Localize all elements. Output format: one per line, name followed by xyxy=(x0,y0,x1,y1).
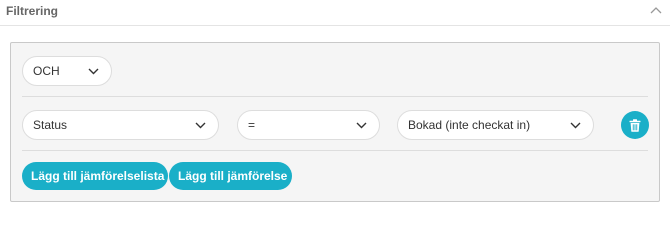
logic-operator-select[interactable]: OCH xyxy=(22,56,112,86)
field-value: Status xyxy=(33,118,68,132)
divider xyxy=(22,96,648,97)
delete-condition-button[interactable] xyxy=(621,111,649,139)
value-select[interactable]: Bokad (inte checkat in) xyxy=(397,110,594,140)
value-value: Bokad (inte checkat in) xyxy=(408,118,531,132)
trash-icon xyxy=(629,118,641,132)
chevron-down-icon xyxy=(570,122,581,128)
chevron-down-icon xyxy=(195,122,206,128)
section-title: Filtrering xyxy=(6,4,59,18)
chevron-down-icon xyxy=(88,68,99,74)
comparator-select[interactable]: = xyxy=(237,110,380,140)
field-select[interactable]: Status xyxy=(22,110,219,140)
add-comparison-button[interactable]: Lägg till jämförelse xyxy=(169,162,292,190)
comparator-value: = xyxy=(248,118,256,132)
chevron-up-icon xyxy=(650,7,662,14)
chevron-down-icon xyxy=(356,122,367,128)
add-comparison-list-button[interactable]: Lägg till jämförelselista xyxy=(22,162,168,190)
filter-panel: OCH Status = Bokad (inte checkat in) Läg… xyxy=(10,42,660,202)
logic-operator-value: OCH xyxy=(33,64,60,78)
divider xyxy=(22,150,648,151)
filter-section-header: Filtrering xyxy=(0,0,670,26)
collapse-toggle[interactable] xyxy=(648,2,664,18)
